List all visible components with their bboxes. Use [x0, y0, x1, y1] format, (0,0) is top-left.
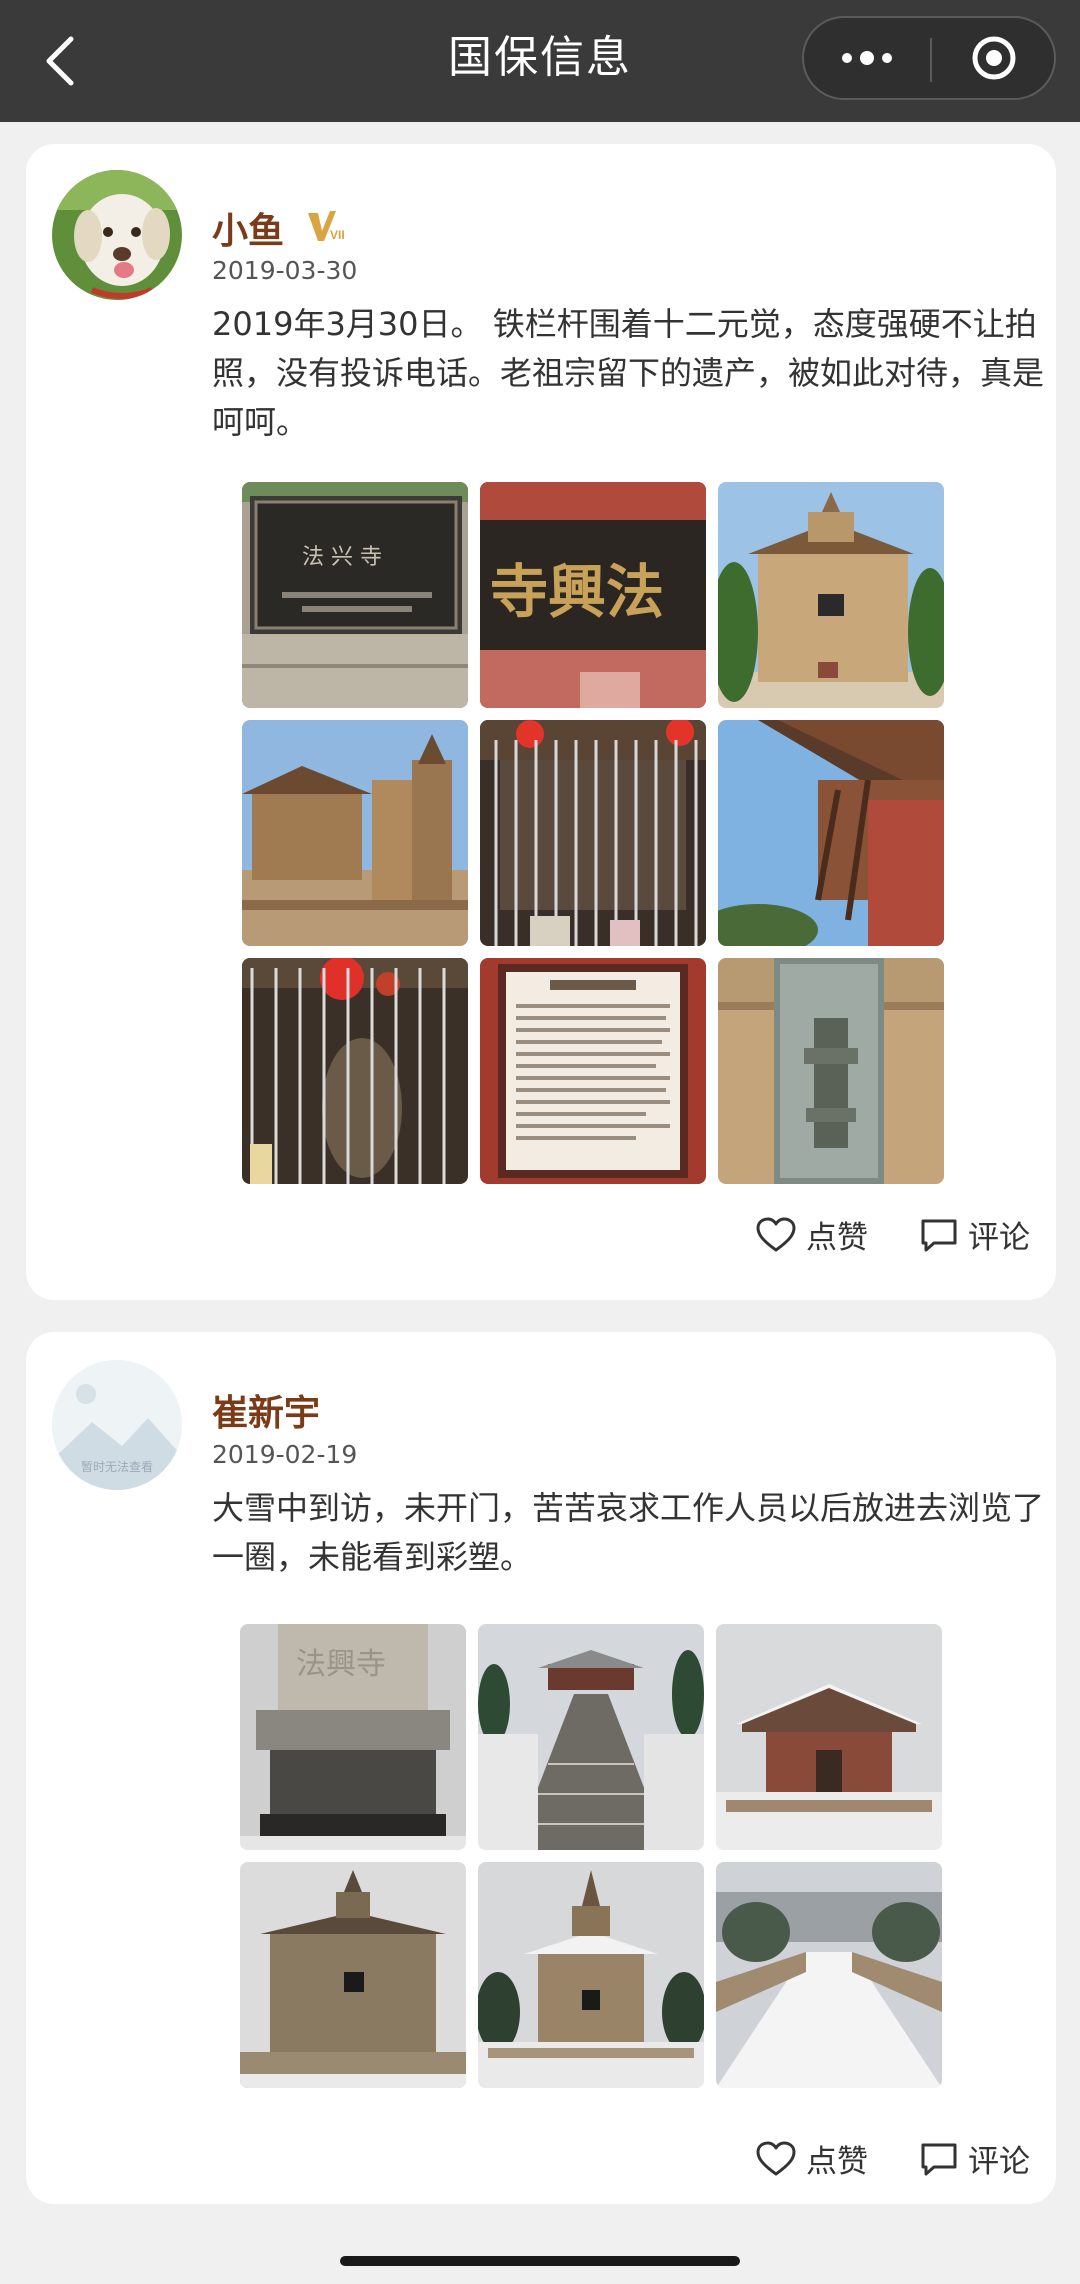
more-button[interactable] — [804, 18, 930, 98]
avatar[interactable]: 暂时无法查看 — [52, 1360, 182, 1490]
photo-grid: 法興寺 — [212, 1624, 942, 2088]
comment-label: 评论 — [968, 1220, 1030, 1256]
photo-thumbnail[interactable] — [480, 720, 706, 946]
photo-thumbnail[interactable]: 寺興法 — [480, 482, 706, 708]
photo-thumbnail[interactable] — [478, 1624, 704, 1850]
vip-badge-text: VIP — [330, 228, 344, 242]
photo-thumbnail[interactable] — [716, 1862, 942, 2088]
photo-thumbnail[interactable] — [716, 1624, 942, 1850]
like-button[interactable]: 点赞 — [756, 1212, 868, 1257]
photo-grid: 法 兴 寺 寺興法 — [212, 482, 944, 1184]
more-dots-icon — [842, 51, 892, 65]
like-label: 点赞 — [806, 1220, 868, 1256]
avatar[interactable] — [52, 170, 182, 300]
photo-thumbnail[interactable] — [480, 958, 706, 1184]
post-card: 暂时无法查看 崔新宇 2019-02-19 大雪中到访，未开门，苦苦哀求工作人员… — [26, 1332, 1056, 2204]
photo-thumbnail[interactable] — [242, 720, 468, 946]
post-actions: 点赞 评论 — [756, 1212, 1030, 1257]
dog-avatar-image — [52, 170, 182, 300]
mini-program-capsule — [802, 16, 1056, 100]
comment-icon — [921, 2143, 957, 2175]
comment-button[interactable]: 评论 — [920, 2136, 1030, 2181]
photo-thumbnail[interactable] — [718, 958, 944, 1184]
navbar: 国保信息 — [0, 0, 1080, 122]
post-date: 2019-02-19 — [212, 1440, 358, 1469]
post-date: 2019-03-30 — [212, 256, 358, 285]
vip-badge-icon: VIP — [306, 209, 349, 247]
comment-button[interactable]: 评论 — [920, 1212, 1030, 1257]
heart-icon — [756, 2141, 796, 2175]
close-button[interactable] — [932, 18, 1056, 98]
post-text: 大雪中到访，未开门，苦苦哀求工作人员以后放进去浏览了一圈，未能看到彩塑。 — [212, 1489, 1045, 1576]
post-actions: 点赞 评论 — [756, 2136, 1030, 2181]
target-circle-icon — [972, 36, 1016, 80]
comment-icon — [921, 1219, 957, 1251]
svg-text:寺興法: 寺興法 — [490, 558, 664, 626]
photo-thumbnail[interactable] — [242, 958, 468, 1184]
photo-thumbnail[interactable] — [240, 1862, 466, 2088]
photo-thumbnail[interactable]: 法興寺 — [240, 1624, 466, 1850]
post-text: 2019年3月30日。 铁栏杆围着十二元觉，态度强硬不让拍照，没有投诉电话。老祖… — [212, 305, 1045, 441]
post-card: 小鱼 VIP 2019-03-30 2019年3月30日。 铁栏杆围着十二元觉，… — [26, 144, 1056, 1300]
comment-label: 评论 — [968, 2144, 1030, 2180]
heart-icon — [756, 1217, 796, 1251]
home-indicator[interactable] — [340, 2256, 740, 2266]
svg-text:法 兴 寺: 法 兴 寺 — [302, 545, 382, 570]
user-name[interactable]: 小鱼 — [212, 202, 284, 254]
author-row: 小鱼 VIP — [212, 202, 349, 254]
photo-thumbnail[interactable] — [478, 1862, 704, 2088]
like-label: 点赞 — [806, 2144, 868, 2180]
photo-thumbnail[interactable] — [718, 720, 944, 946]
user-name[interactable]: 崔新宇 — [212, 1384, 320, 1436]
photo-thumbnail[interactable]: 法 兴 寺 — [242, 482, 468, 708]
author-row: 崔新宇 — [212, 1384, 320, 1436]
svg-text:法興寺: 法興寺 — [296, 1647, 386, 1682]
like-button[interactable]: 点赞 — [756, 2136, 868, 2181]
photo-thumbnail[interactable] — [718, 482, 944, 708]
avatar-placeholder-text: 暂时无法查看 — [80, 1460, 153, 1474]
